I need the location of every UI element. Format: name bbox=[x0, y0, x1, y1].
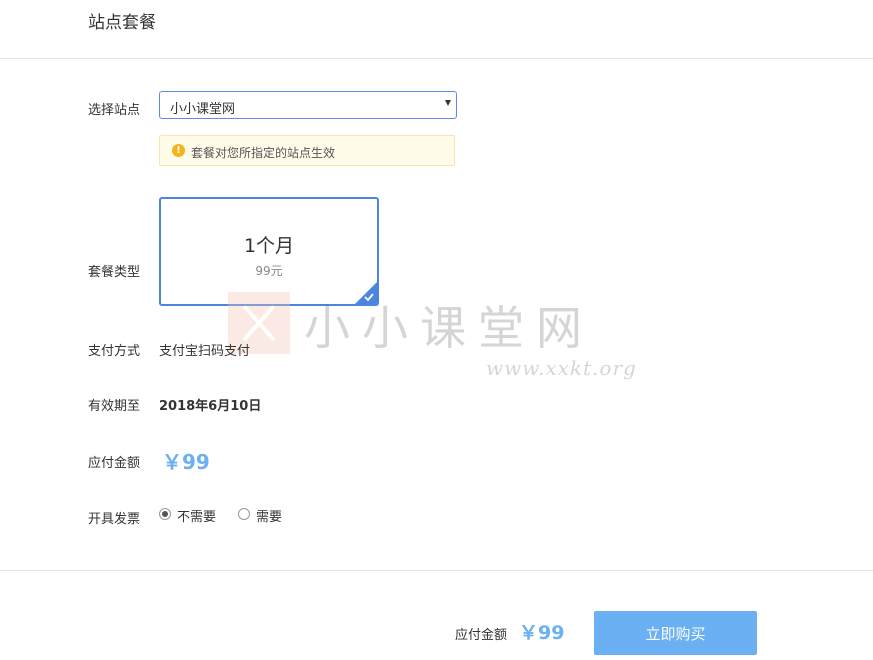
selected-check-icon bbox=[355, 282, 377, 304]
buy-now-button[interactable]: 立即购买 bbox=[594, 611, 757, 655]
amount-value: ￥99 bbox=[162, 450, 210, 474]
amount-label: 应付金额 bbox=[88, 456, 141, 471]
expiry-date: 2018年6月10日 bbox=[159, 399, 262, 414]
footer-amount-value: ￥99 bbox=[519, 622, 565, 644]
invoice-label: 开具发票 bbox=[88, 512, 141, 527]
site-select-value: 小小课堂网 bbox=[170, 102, 236, 117]
exclamation-icon: ! bbox=[172, 144, 185, 157]
site-notice-text: 套餐对您所指定的站点生效 bbox=[191, 146, 336, 160]
expiry-label: 有效期至 bbox=[88, 399, 141, 414]
site-select[interactable]: 小小课堂网 bbox=[159, 91, 457, 119]
caret-down-icon bbox=[445, 100, 451, 106]
page-header: 站点套餐 bbox=[0, 0, 873, 59]
payment-label: 支付方式 bbox=[88, 344, 141, 359]
page-title: 站点套餐 bbox=[88, 13, 156, 33]
radio-checked-icon bbox=[159, 508, 171, 520]
footer-divider bbox=[0, 570, 873, 571]
invoice-option-no-label: 不需要 bbox=[177, 510, 217, 525]
plan-option-card[interactable]: 1个月 99元 bbox=[159, 197, 379, 306]
plan-price: 99元 bbox=[255, 264, 283, 278]
watermark-url: www.xxkt.org bbox=[486, 356, 637, 380]
plan-name: 1个月 bbox=[243, 235, 295, 257]
footer-amount-label: 应付金额 bbox=[455, 628, 508, 643]
payment-method: 支付宝扫码支付 bbox=[159, 344, 251, 359]
invoice-option-yes-label: 需要 bbox=[256, 510, 283, 525]
plan-type-label: 套餐类型 bbox=[88, 265, 141, 280]
radio-unchecked-icon bbox=[238, 508, 250, 520]
site-label: 选择站点 bbox=[88, 103, 141, 118]
site-notice: ! 套餐对您所指定的站点生效 bbox=[159, 135, 455, 166]
